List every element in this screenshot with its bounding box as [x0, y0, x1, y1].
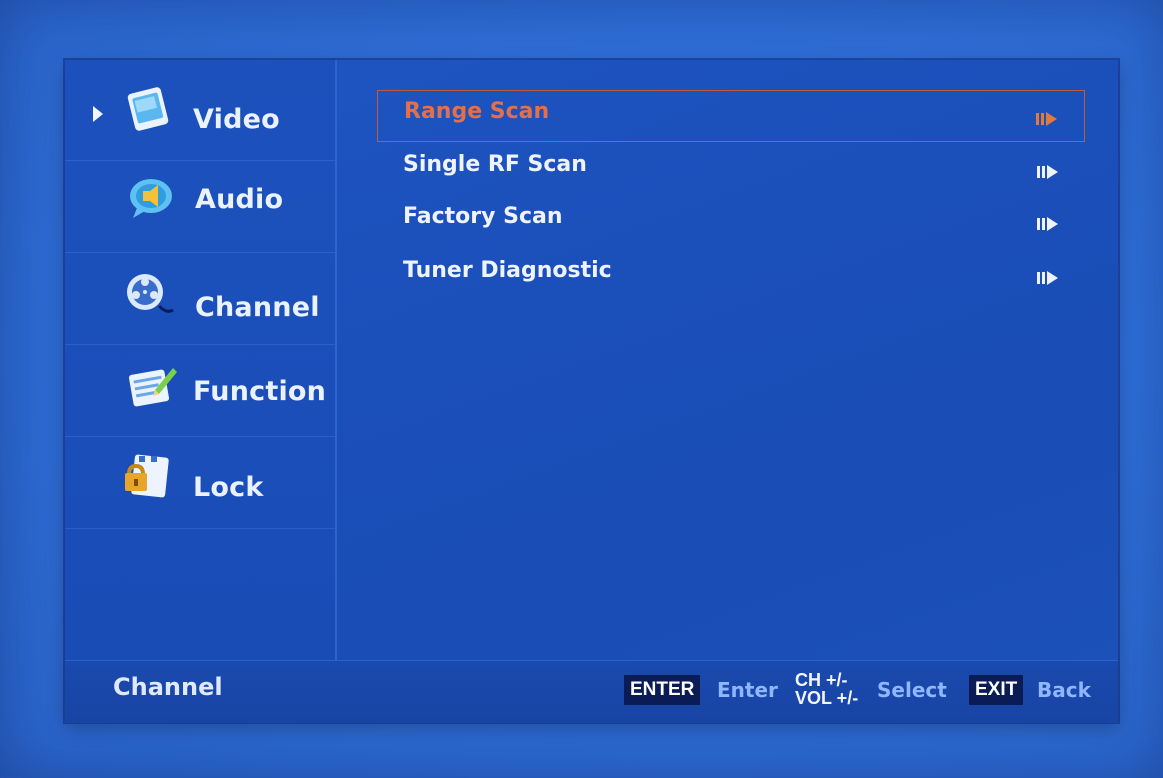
ch-vol-key-badge: CH +/- VOL +/- — [795, 670, 859, 711]
video-icon — [123, 86, 175, 134]
menu-item-single-rf-scan[interactable]: Single RF Scan — [377, 144, 1085, 196]
sidebar-item-lock[interactable]: Lock — [65, 436, 335, 529]
select-hint-label: Select — [877, 678, 947, 702]
menu-item-label: Factory Scan — [403, 204, 563, 229]
back-hint-label: Back — [1037, 678, 1091, 702]
submenu-arrow-icon — [1036, 111, 1058, 127]
sidebar-item-label: Channel — [195, 292, 320, 323]
sidebar-item-channel[interactable]: Channel — [65, 252, 335, 345]
current-menu-title: Channel — [113, 673, 223, 701]
sidebar-item-label: Audio — [195, 184, 284, 215]
exit-key-badge: EXIT — [969, 675, 1024, 705]
submenu-list: Range Scan Single RF Scan Factory Scan T… — [337, 60, 1118, 660]
menu-item-label: Tuner Diagnostic — [403, 258, 612, 283]
submenu-arrow-icon — [1037, 216, 1059, 232]
sidebar-item-label: Lock — [193, 472, 264, 503]
menu-item-label: Range Scan — [404, 99, 550, 124]
ch-key-text: CH +/- — [795, 670, 848, 690]
audio-icon — [127, 174, 179, 222]
sidebar-item-label: Video — [193, 104, 280, 135]
submenu-arrow-icon — [1037, 270, 1059, 286]
menu-item-label: Single RF Scan — [403, 152, 587, 177]
menu-item-range-scan[interactable]: Range Scan — [377, 90, 1085, 142]
sidebar-item-function[interactable]: Function — [65, 344, 335, 437]
lock-icon — [123, 452, 175, 500]
menu-item-tuner-diagnostic[interactable]: Tuner Diagnostic — [377, 250, 1085, 302]
active-pointer-icon — [93, 106, 103, 122]
vol-key-text: VOL +/- — [795, 688, 859, 708]
sidebar-item-video[interactable]: Video — [65, 68, 335, 161]
enter-key-badge: ENTER — [624, 675, 701, 705]
enter-hint-label: Enter — [717, 678, 778, 702]
channel-icon — [123, 270, 175, 318]
sidebar-item-audio[interactable]: Audio — [65, 160, 335, 253]
submenu-arrow-icon — [1037, 164, 1059, 180]
sidebar-item-label: Function — [193, 376, 327, 407]
help-bar: Channel ENTER Enter CH +/- VOL +/- Selec… — [65, 660, 1118, 723]
category-sidebar: Video Audio Channel Function Lock — [65, 60, 337, 660]
menu-item-factory-scan[interactable]: Factory Scan — [377, 196, 1085, 248]
function-icon — [125, 362, 177, 410]
tv-osd-panel: Video Audio Channel Function Lock Range … — [65, 60, 1118, 723]
